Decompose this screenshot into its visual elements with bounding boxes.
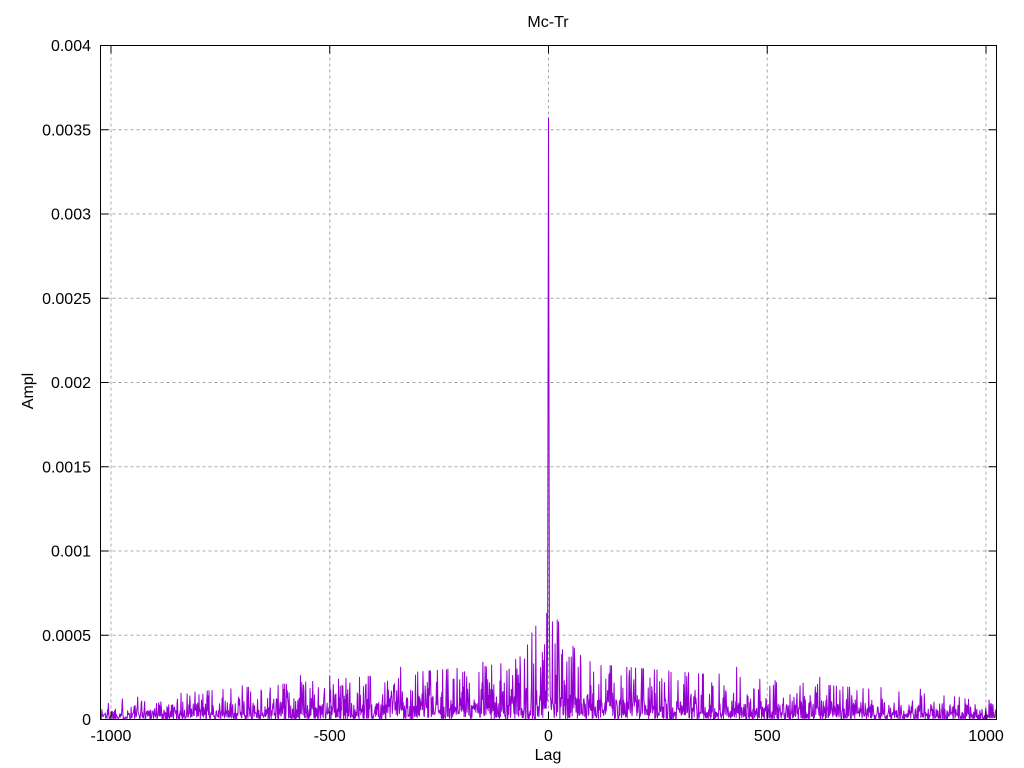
x-tick-label: 0 [544, 728, 553, 745]
y-tick-label: 0.004 [51, 38, 91, 55]
x-tick-label: 500 [754, 728, 781, 745]
x-tick-label: -1000 [91, 728, 132, 745]
plot-background [0, 0, 1024, 768]
correlation-plot: -1000 -500 0 500 1000 0 0.0005 0.001 0.0015 0.002… [0, 0, 1024, 768]
y-tick-label: 0.001 [51, 544, 91, 561]
x-tick-label: 1000 [968, 728, 1004, 745]
x-axis-label: Lag [535, 747, 562, 764]
x-tick-label: -500 [314, 728, 346, 745]
gnuplot-window: -1000 -500 0 500 1000 0 0.0005 0.001 0.0015 0.002… [0, 0, 1024, 768]
y-tick-label: 0.0025 [42, 291, 91, 308]
chart-title: Mc-Tr [527, 14, 569, 31]
y-tick-label: 0.0015 [42, 459, 91, 476]
y-tick-label: 0.0035 [42, 122, 91, 139]
y-axis-label: Ampl [20, 373, 37, 409]
y-tick-label: 0.002 [51, 375, 91, 392]
y-tick-label: 0 [82, 712, 91, 729]
y-tick-label: 0.003 [51, 207, 91, 224]
y-tick-label: 0.0005 [42, 628, 91, 645]
